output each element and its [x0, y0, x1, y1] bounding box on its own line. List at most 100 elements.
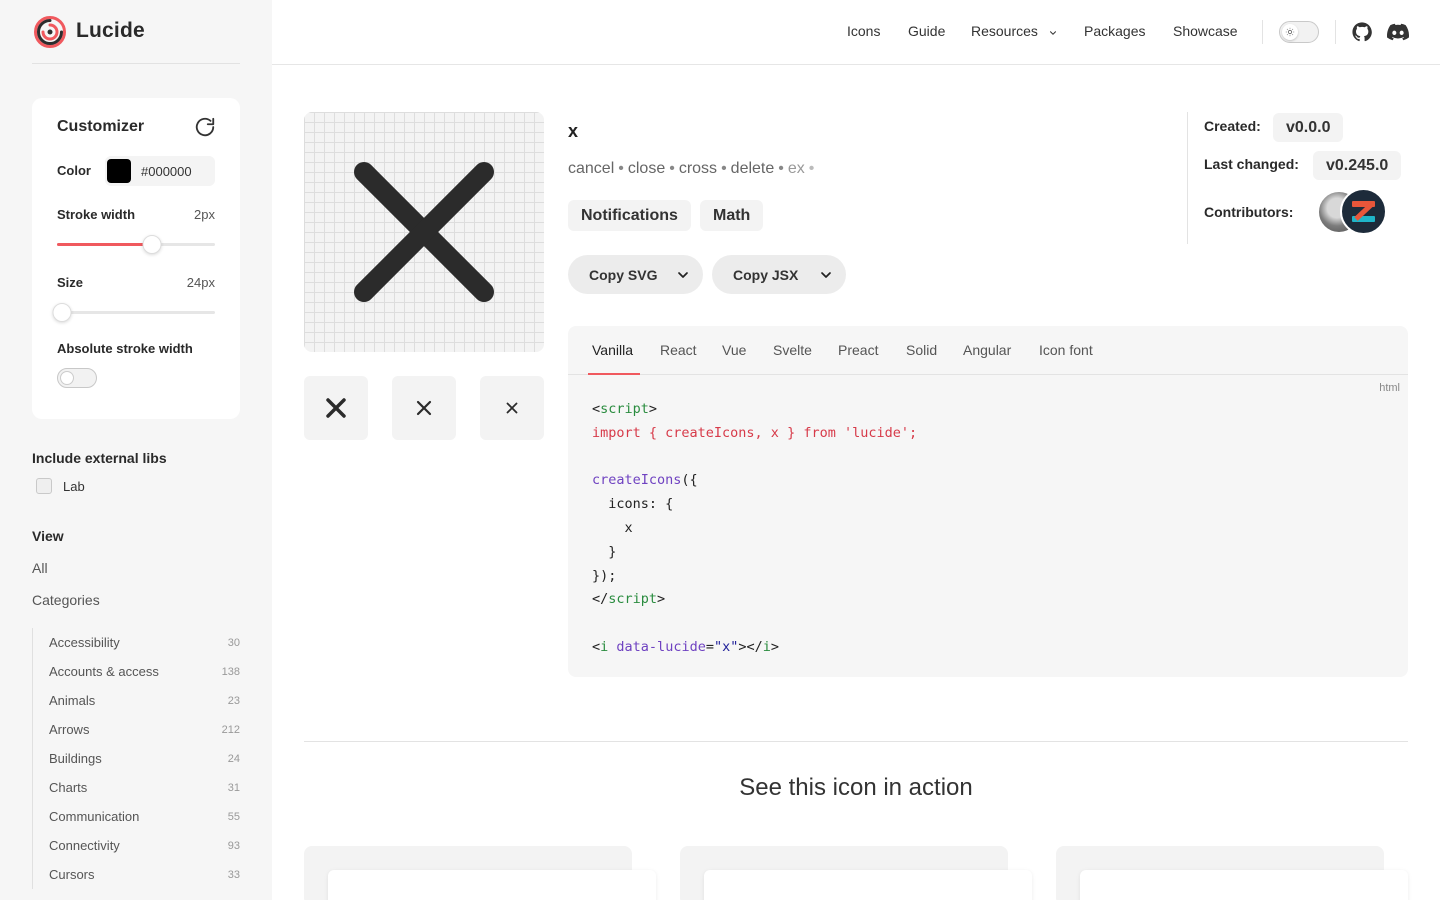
demo-card-preview	[1080, 870, 1408, 900]
contributor-avatar[interactable]	[1340, 188, 1387, 235]
category-item[interactable]: Connectivity 93	[33, 831, 240, 860]
tag: cross	[678, 160, 718, 177]
category-name[interactable]: Animals	[49, 693, 95, 708]
github-icon[interactable]	[1352, 22, 1372, 42]
lab-label[interactable]: Lab	[63, 479, 85, 494]
copy-jsx-button[interactable]: Copy JSX	[712, 255, 846, 294]
x-icon	[354, 162, 494, 302]
category-item[interactable]: Arrows 212	[33, 715, 240, 744]
category-item[interactable]: Communication 55	[33, 802, 240, 831]
icon-size-large[interactable]	[304, 376, 368, 440]
demo-card	[680, 846, 1032, 900]
active-tab-indicator	[588, 373, 640, 375]
tab-svelte[interactable]: Svelte	[773, 342, 812, 358]
category-name[interactable]: Accessibility	[49, 635, 120, 650]
category-item[interactable]: Cursors 33	[33, 860, 240, 889]
category-name[interactable]: Buildings	[49, 751, 102, 766]
tag-separator: •	[808, 160, 815, 177]
code-snippet[interactable]: <script> import { createIcons, x } from …	[592, 398, 917, 660]
code-line: <script>	[592, 401, 658, 417]
category-chip-notifications[interactable]: Notifications	[568, 200, 691, 231]
copy-jsx-label[interactable]: Copy JSX	[733, 267, 798, 283]
code-line: x	[592, 519, 633, 536]
toggle-knob	[60, 371, 74, 385]
created-version[interactable]: v0.0.0	[1273, 113, 1344, 142]
icon-size-small[interactable]	[480, 376, 544, 440]
size-label: Size	[57, 275, 84, 290]
category-item[interactable]: Charts 31	[33, 773, 240, 802]
color-swatch[interactable]	[107, 159, 131, 183]
category-list: Accessibility 30 Accounts & access 138 Ani…	[32, 628, 240, 889]
tab-vue[interactable]: Vue	[722, 342, 746, 358]
category-count: 30	[227, 636, 240, 649]
category-name[interactable]: Cursors	[49, 867, 95, 882]
stroke-width-value: 2px	[194, 207, 215, 222]
tab-solid[interactable]: Solid	[906, 342, 937, 358]
lab-option[interactable]: Lab	[36, 478, 85, 494]
tab-angular[interactable]: Angular	[963, 342, 1011, 358]
discord-icon[interactable]	[1387, 23, 1409, 41]
brand-name: Lucide	[76, 19, 145, 42]
framework-tabs: Vanilla React Vue Svelte Preact Solid An…	[568, 326, 1408, 375]
copy-svg-label[interactable]: Copy SVG	[589, 267, 657, 283]
stroke-width-slider-fill	[57, 243, 152, 246]
nav-icons[interactable]: Icons	[847, 23, 880, 39]
code-line: icons: {	[592, 496, 674, 513]
nav-resources[interactable]: Resources	[971, 23, 1038, 39]
category-count: 138	[221, 665, 240, 678]
section-divider	[304, 741, 1408, 742]
top-nav: Icons Guide Resources Packages Showcase	[272, 0, 1440, 65]
view-all-link[interactable]: All	[32, 560, 48, 576]
category-item[interactable]: Accounts & access 138	[33, 657, 240, 686]
brand[interactable]: Lucide	[32, 14, 240, 64]
customizer-title: Customizer	[57, 118, 145, 135]
absolute-stroke-toggle[interactable]	[57, 368, 97, 388]
tab-react[interactable]: React	[660, 342, 697, 358]
category-item[interactable]: Buildings 24	[33, 744, 240, 773]
view-title: View	[32, 528, 64, 544]
category-name[interactable]: Communication	[49, 809, 139, 824]
absolute-stroke-label: Absolute stroke width	[57, 341, 193, 356]
nav-packages[interactable]: Packages	[1084, 23, 1145, 39]
chevron-down-icon[interactable]	[818, 267, 834, 283]
nav-guide[interactable]: Guide	[908, 23, 945, 39]
chevron-down-icon[interactable]	[1048, 28, 1058, 38]
external-libs-title: Include external libs	[32, 450, 167, 466]
tab-icon-font[interactable]: Icon font	[1039, 342, 1093, 358]
color-label: Color	[57, 163, 91, 178]
size-slider-thumb[interactable]	[52, 303, 72, 322]
category-name[interactable]: Accounts & access	[49, 664, 159, 679]
category-count: 212	[221, 723, 240, 736]
category-item[interactable]: Accessibility 30	[33, 628, 240, 657]
last-changed-version[interactable]: v0.245.0	[1313, 151, 1402, 180]
x-icon	[326, 398, 346, 418]
category-name[interactable]: Charts	[49, 780, 87, 795]
size-slider[interactable]	[52, 303, 215, 322]
category-chip-math[interactable]: Math	[700, 200, 764, 231]
category-item[interactable]: Animals 23	[33, 686, 240, 715]
category-name[interactable]: Arrows	[49, 722, 89, 737]
category-count: 33	[227, 868, 240, 881]
stroke-width-slider-thumb[interactable]	[142, 235, 162, 254]
color-picker[interactable]: #000000	[105, 156, 215, 186]
icon-preview	[304, 112, 544, 352]
lab-checkbox[interactable]	[36, 478, 52, 494]
category-count: 23	[227, 694, 240, 707]
nav-divider	[1335, 20, 1336, 44]
copy-svg-button[interactable]: Copy SVG	[568, 255, 703, 294]
reset-icon[interactable]	[194, 116, 216, 138]
code-line: <i data-lucide="x"></i>	[592, 638, 780, 655]
chevron-down-icon[interactable]	[675, 267, 691, 283]
demo-card	[304, 846, 656, 900]
theme-toggle[interactable]	[1279, 21, 1319, 43]
code-panel: Vanilla React Vue Svelte Preact Solid An…	[568, 326, 1408, 677]
category-name[interactable]: Connectivity	[49, 838, 120, 853]
last-changed-label: Last changed:	[1204, 156, 1299, 172]
nav-showcase[interactable]: Showcase	[1173, 23, 1238, 39]
icon-size-medium[interactable]	[392, 376, 456, 440]
color-value[interactable]: #000000	[141, 164, 192, 179]
stroke-width-slider[interactable]	[57, 235, 215, 254]
tab-preact[interactable]: Preact	[838, 342, 878, 358]
tab-vanilla[interactable]: Vanilla	[592, 342, 633, 358]
